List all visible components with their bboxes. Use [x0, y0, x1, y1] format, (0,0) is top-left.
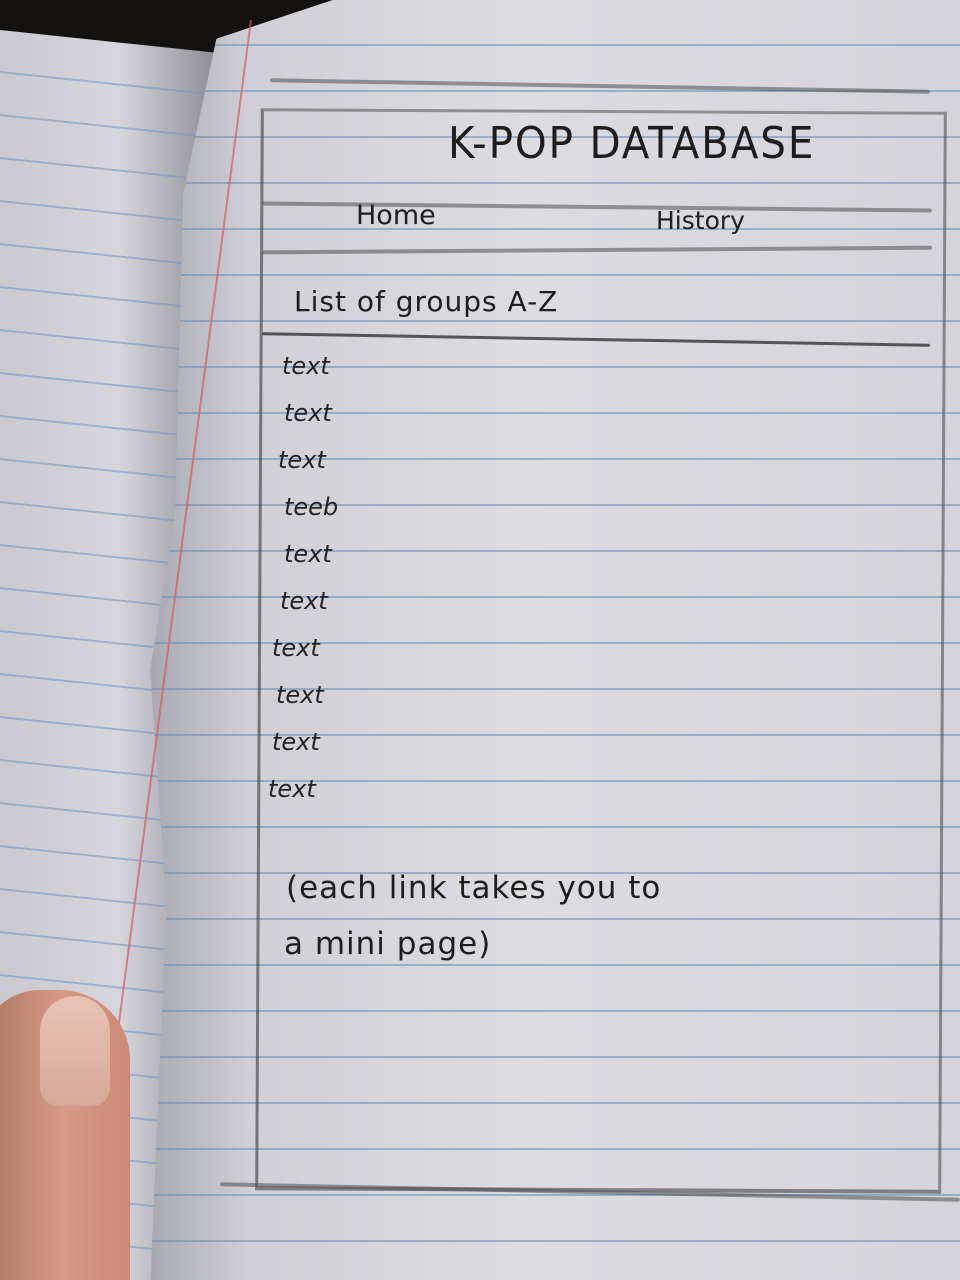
thumbnail-nail [40, 996, 110, 1106]
groups-list-heading: List of groups A-Z [294, 285, 559, 318]
wireframe-border [255, 108, 947, 1194]
groups-list: text text text teeb text text text text … [268, 352, 338, 822]
group-link[interactable]: teeb [284, 493, 338, 540]
site-title: K-POP DATABASE [448, 118, 816, 169]
group-link[interactable]: text [268, 775, 338, 822]
nav-home-link[interactable]: Home [356, 200, 436, 231]
group-link[interactable]: text [284, 399, 338, 446]
group-link[interactable]: text [272, 634, 338, 681]
nav-history-link[interactable]: History [656, 206, 745, 235]
group-link[interactable]: text [284, 540, 338, 587]
group-link[interactable]: text [282, 352, 338, 399]
notebook-photo: K-POP DATABASE Home History List of grou… [0, 0, 960, 1280]
group-link[interactable]: text [272, 728, 338, 775]
group-link[interactable]: text [278, 446, 338, 493]
annotation-note-line2: a mini page) [284, 926, 492, 962]
group-link[interactable]: text [280, 587, 338, 634]
group-link[interactable]: text [276, 681, 338, 728]
annotation-note-line1: (each link takes you to [286, 870, 662, 906]
